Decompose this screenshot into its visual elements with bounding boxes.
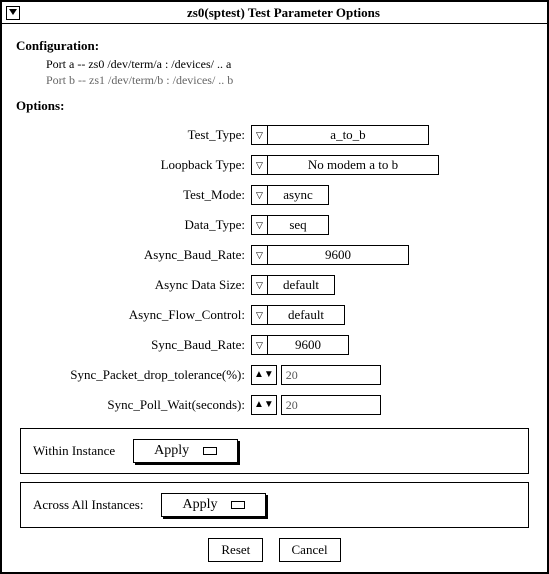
sync-baud-dropdown[interactable]: ▽ 9600 — [251, 335, 349, 355]
cancel-button[interactable]: Cancel — [279, 538, 341, 562]
sync-drop-label: Sync_Packet_drop_tolerance(%): — [16, 367, 251, 383]
async-data-size-label: Async Data Size: — [16, 277, 251, 293]
menu-mark-icon — [203, 447, 217, 455]
window-menu-button[interactable] — [6, 6, 20, 20]
dropdown-arrow-icon: ▽ — [252, 216, 268, 234]
test-mode-label: Test_Mode: — [16, 187, 251, 203]
async-flow-label: Async_Flow_Control: — [16, 307, 251, 323]
dropdown-arrow-icon: ▽ — [252, 126, 268, 144]
data-type-dropdown[interactable]: ▽ seq — [251, 215, 329, 235]
async-baud-value: 9600 — [268, 246, 408, 264]
async-baud-label: Async_Baud_Rate: — [16, 247, 251, 263]
test-mode-dropdown[interactable]: ▽ async — [251, 185, 329, 205]
test-type-dropdown[interactable]: ▽ a_to_b — [251, 125, 429, 145]
loopback-type-value: No modem a to b — [268, 156, 438, 174]
dropdown-arrow-icon: ▽ — [252, 276, 268, 294]
dropdown-arrow-icon: ▽ — [252, 186, 268, 204]
across-instances-panel: Across All Instances: Apply — [20, 482, 529, 528]
sync-drop-value[interactable]: 20 — [281, 365, 381, 385]
sync-poll-label: Sync_Poll_Wait(seconds): — [16, 397, 251, 413]
test-type-value: a_to_b — [268, 126, 428, 144]
sync-drop-field[interactable]: ▲▼ 20 — [251, 365, 381, 385]
sync-baud-label: Sync_Baud_Rate: — [16, 337, 251, 353]
loopback-type-label: Loopback Type: — [16, 157, 251, 173]
across-apply-button[interactable]: Apply — [161, 493, 266, 517]
sync-poll-field[interactable]: ▲▼ 20 — [251, 395, 381, 415]
dropdown-arrow-icon: ▽ — [252, 306, 268, 324]
dropdown-arrow-icon: ▽ — [252, 156, 268, 174]
async-baud-dropdown[interactable]: ▽ 9600 — [251, 245, 409, 265]
within-instance-label: Within Instance — [33, 443, 115, 459]
config-port-b: Port b -- zs1 /dev/term/b : /devices/ ..… — [46, 72, 533, 88]
async-data-size-value: default — [268, 276, 334, 294]
sync-baud-value: 9600 — [268, 336, 348, 354]
async-flow-dropdown[interactable]: ▽ default — [251, 305, 345, 325]
config-port-a: Port a -- zs0 /dev/term/a : /devices/ ..… — [46, 56, 533, 72]
dialog-window: zs0(sptest) Test Parameter Options Confi… — [0, 0, 549, 574]
dropdown-arrow-icon: ▽ — [252, 246, 268, 264]
sync-poll-value[interactable]: 20 — [281, 395, 381, 415]
spinner-buttons[interactable]: ▲▼ — [251, 395, 277, 415]
content-area: Configuration: Port a -- zs0 /dev/term/a… — [2, 24, 547, 570]
across-instances-label: Across All Instances: — [33, 497, 143, 513]
within-apply-button[interactable]: Apply — [133, 439, 238, 463]
async-flow-value: default — [268, 306, 344, 324]
async-data-size-dropdown[interactable]: ▽ default — [251, 275, 335, 295]
spinner-buttons[interactable]: ▲▼ — [251, 365, 277, 385]
dropdown-arrow-icon: ▽ — [252, 336, 268, 354]
apply-button-label: Apply — [182, 497, 217, 513]
test-type-label: Test_Type: — [16, 127, 251, 143]
within-instance-panel: Within Instance Apply — [20, 428, 529, 474]
apply-button-label: Apply — [154, 443, 189, 459]
window-title: zs0(sptest) Test Parameter Options — [20, 5, 547, 21]
reset-button[interactable]: Reset — [208, 538, 263, 562]
data-type-label: Data_Type: — [16, 217, 251, 233]
titlebar: zs0(sptest) Test Parameter Options — [2, 2, 547, 24]
menu-mark-icon — [231, 501, 245, 509]
bottom-button-row: Reset Cancel — [16, 538, 533, 562]
configuration-lines: Port a -- zs0 /dev/term/a : /devices/ ..… — [46, 56, 533, 88]
data-type-value: seq — [268, 216, 328, 234]
test-mode-value: async — [268, 186, 328, 204]
loopback-type-dropdown[interactable]: ▽ No modem a to b — [251, 155, 439, 175]
configuration-heading: Configuration: — [16, 38, 533, 54]
options-heading: Options: — [16, 98, 533, 114]
options-area: Test_Type: ▽ a_to_b Loopback Type: ▽ No … — [16, 120, 533, 420]
